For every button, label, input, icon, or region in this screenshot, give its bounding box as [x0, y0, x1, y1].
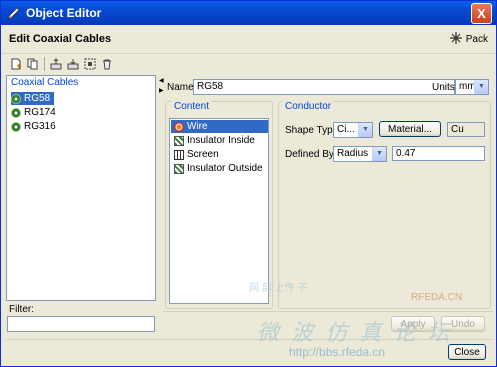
cable-item-label: RG58: [24, 93, 51, 104]
screen-icon: [174, 149, 184, 160]
content-group: Content Wire Insulator Inside Screen Ins…: [165, 101, 273, 309]
chevron-down-icon[interactable]: ▼: [358, 123, 372, 137]
cable-item-rg174[interactable]: RG174: [11, 106, 60, 119]
content-item-label: Insulator Outside: [187, 163, 263, 174]
defined-by-label: Defined By:: [285, 149, 337, 160]
material-button[interactable]: Material...: [379, 121, 441, 137]
cable-icon: [11, 121, 21, 132]
wire-icon: [174, 121, 184, 132]
apply-button[interactable]: Apply: [391, 316, 435, 332]
panel-splitter[interactable]: [157, 75, 163, 335]
cable-icon: [11, 93, 21, 104]
conductor-title: Conductor: [283, 101, 334, 112]
content-item-insulator-inside[interactable]: Insulator Inside: [171, 134, 268, 147]
name-label: Name: [167, 82, 194, 93]
shape-type-select[interactable]: Ci... ▼: [333, 122, 373, 138]
name-row: Name RG58 Units: mm ▼: [163, 77, 493, 97]
delete-icon[interactable]: [100, 57, 114, 71]
content-item-label: Screen: [187, 149, 219, 160]
shape-type-value: Ci...: [337, 124, 355, 135]
dialog-footer: Close: [6, 339, 493, 363]
apply-bar: Apply Undo: [163, 311, 493, 337]
toolbar: [2, 53, 496, 73]
content-item-label: Insulator Inside: [187, 135, 255, 146]
conductor-group: Conductor Shape Type Ci... ▼ Material...…: [278, 101, 491, 309]
cable-item-rg58[interactable]: RG58: [11, 92, 55, 105]
chevron-down-icon[interactable]: ▼: [372, 147, 386, 161]
cable-item-label: RG174: [24, 107, 56, 118]
object-editor-window: Object Editor X Edit Coaxial Cables Pack…: [0, 0, 497, 367]
cable-list-label: Coaxial Cables: [11, 77, 79, 88]
content-item-screen[interactable]: Screen: [171, 148, 268, 161]
select-icon[interactable]: [83, 57, 97, 71]
cable-item-rg316[interactable]: RG316: [11, 120, 60, 133]
copy-icon[interactable]: [26, 57, 40, 71]
content-item-wire[interactable]: Wire: [171, 120, 268, 133]
content-item-insulator-outside[interactable]: Insulator Outside: [171, 162, 268, 175]
title-bar[interactable]: Object Editor X: [1, 1, 496, 25]
export-icon[interactable]: [49, 57, 63, 71]
new-icon[interactable]: [9, 57, 23, 71]
radius-input[interactable]: 0.47: [392, 146, 485, 161]
content-item-label: Wire: [187, 121, 208, 132]
undo-button[interactable]: Undo: [441, 316, 485, 332]
filter-input[interactable]: [7, 316, 155, 332]
material-value: Cu: [447, 122, 485, 137]
cable-icon: [11, 107, 21, 118]
insulator-icon: [174, 163, 184, 174]
window-close-button[interactable]: X: [471, 3, 492, 24]
cable-item-label: RG316: [24, 121, 56, 132]
defined-by-select[interactable]: Radius ▼: [333, 146, 387, 162]
shape-type-label: Shape Type: [285, 125, 339, 136]
name-input[interactable]: RG58: [193, 79, 455, 95]
editor-title: Edit Coaxial Cables: [9, 33, 112, 45]
pencil-icon: [6, 5, 22, 21]
import-icon[interactable]: [66, 57, 80, 71]
insulator-icon: [174, 135, 184, 146]
toolbar-separator: [44, 56, 45, 71]
window-title: Object Editor: [26, 6, 102, 20]
filter-label: Filter:: [9, 304, 34, 315]
units-label: Units:: [432, 82, 458, 93]
editor-header: Edit Coaxial Cables Pack: [2, 25, 496, 53]
content-list: Wire Insulator Inside Screen Insulator O…: [169, 118, 269, 304]
units-select[interactable]: mm ▼: [455, 79, 489, 95]
pack-label: Pack: [465, 34, 488, 45]
defined-by-value: Radius: [337, 148, 369, 159]
close-icon: X: [477, 6, 486, 21]
cable-list-panel: Coaxial Cables RG58 RG174 RG316: [6, 75, 156, 301]
pack-button[interactable]: Pack: [449, 31, 488, 48]
chevron-down-icon[interactable]: ▼: [474, 80, 488, 94]
close-button[interactable]: Close: [448, 344, 486, 360]
content-title: Content: [172, 101, 212, 112]
pack-icon: [449, 31, 463, 48]
